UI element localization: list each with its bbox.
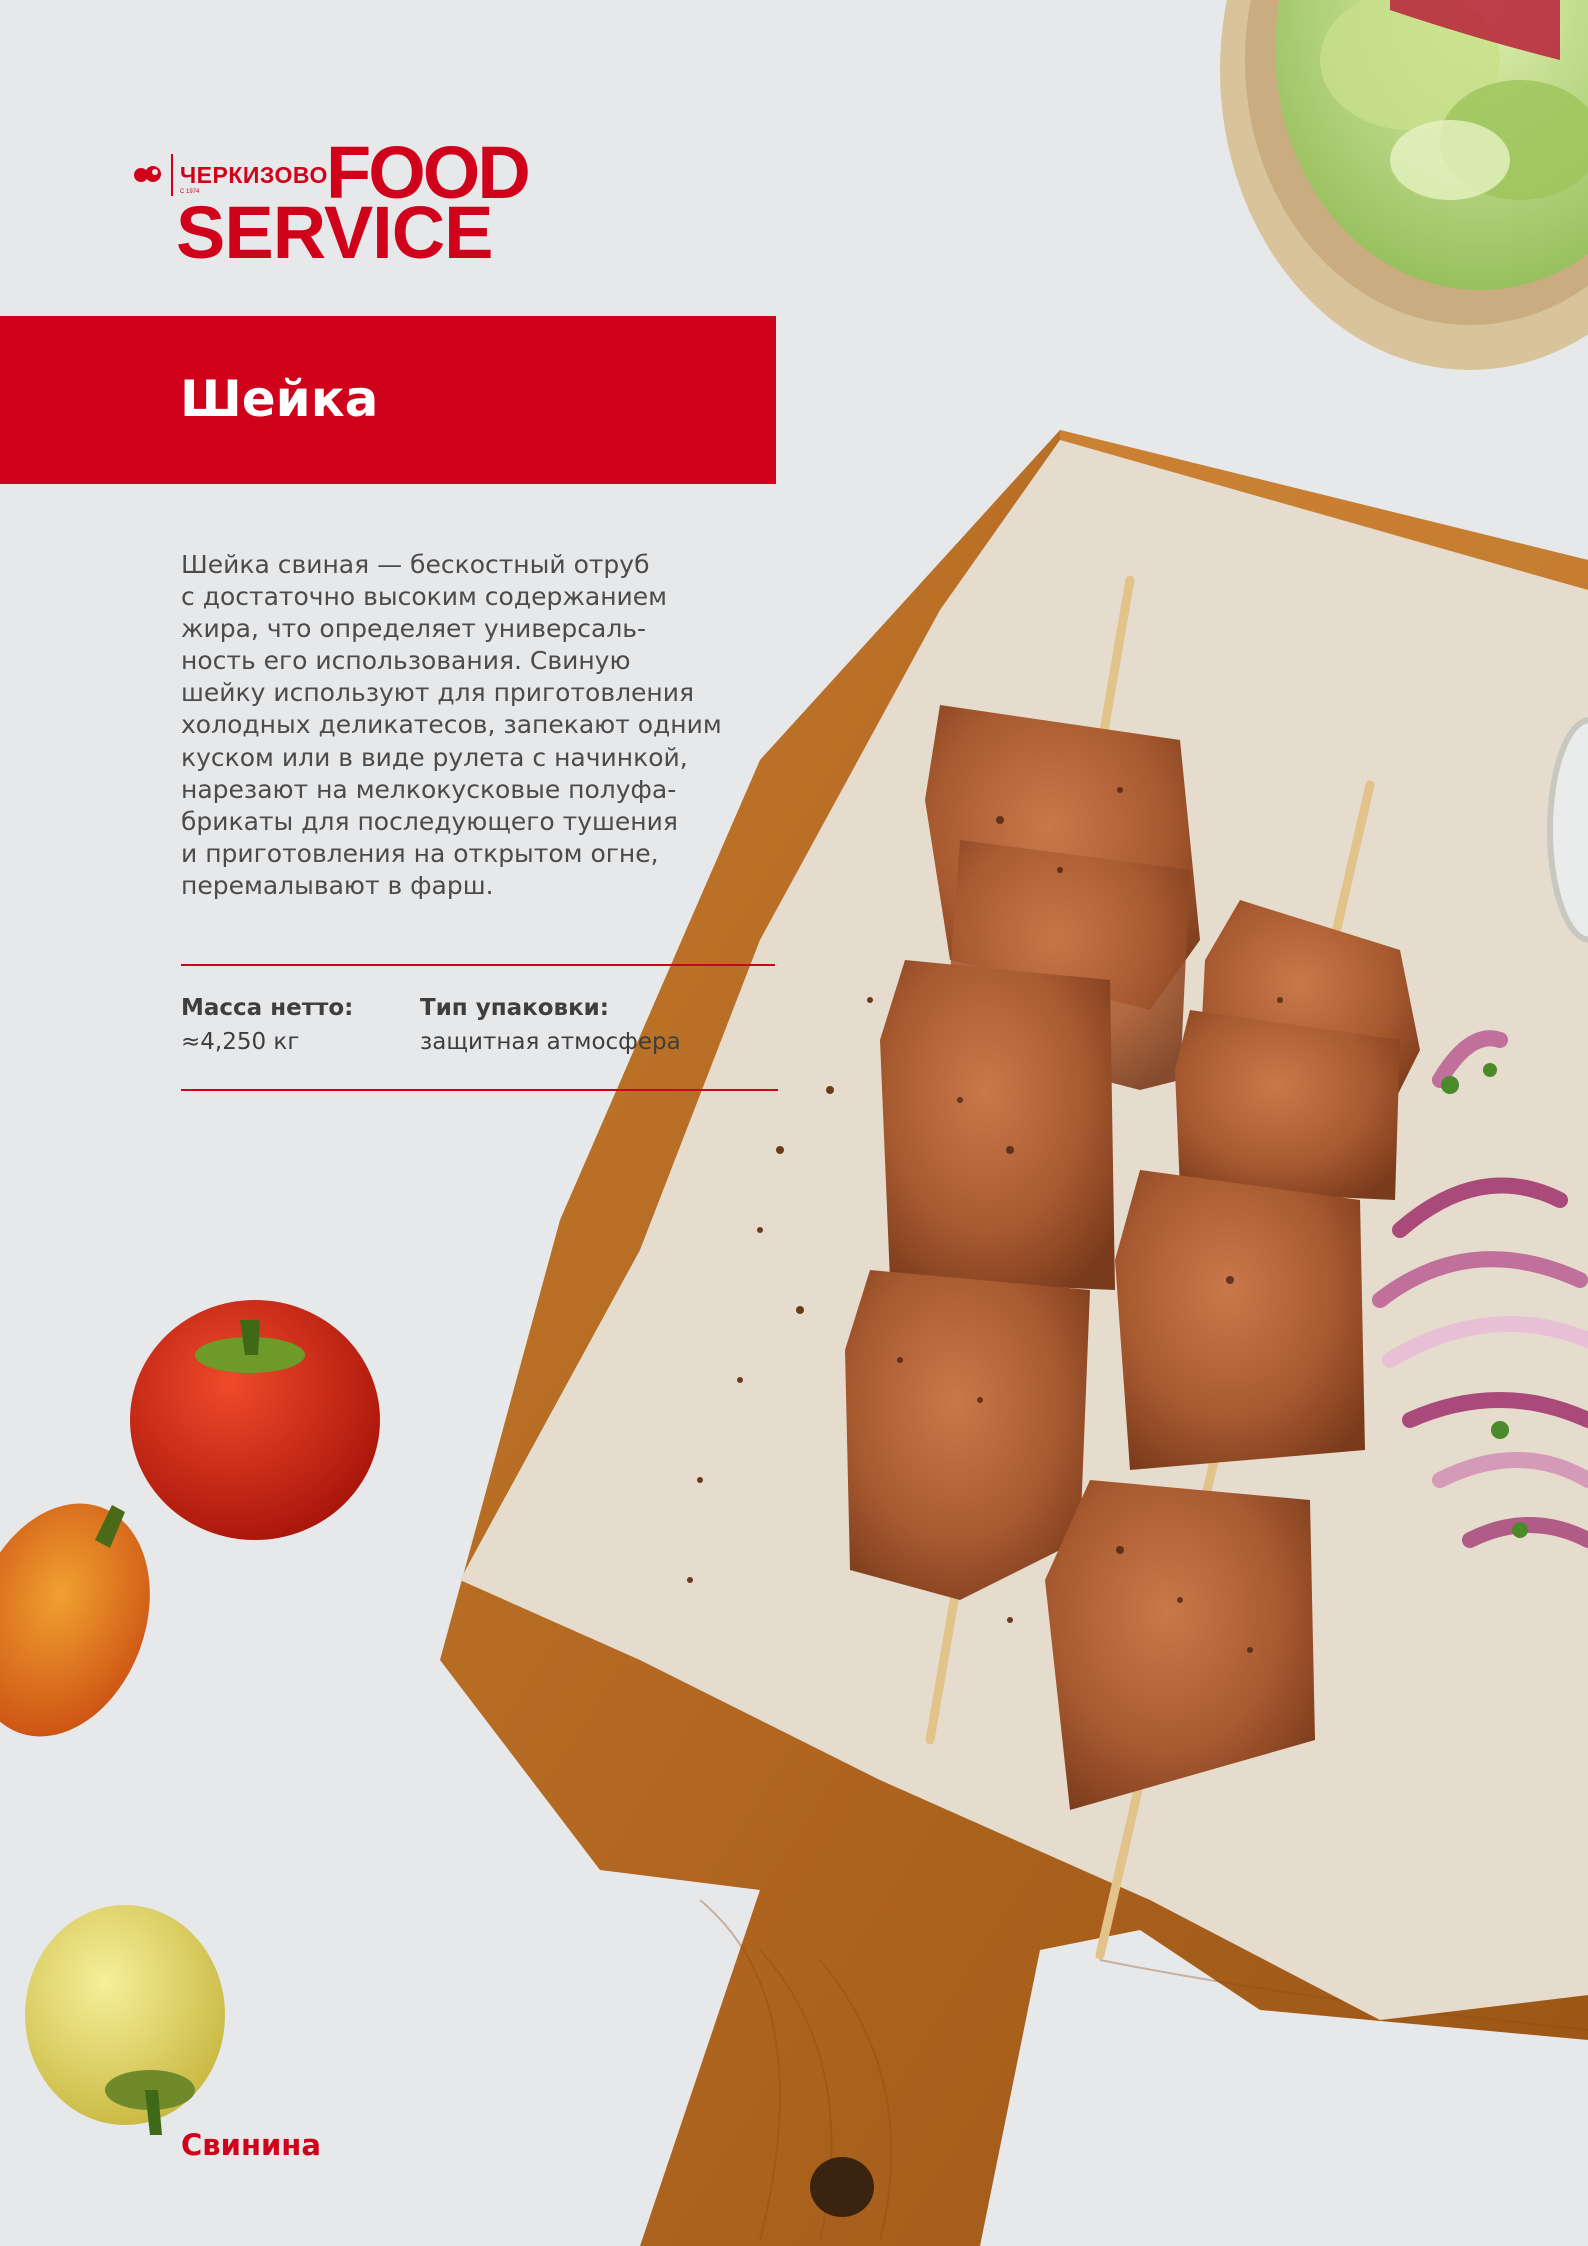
title-banner: Шейка: [0, 316, 776, 484]
yellow-pepper-illustration: [25, 1905, 225, 2135]
spec-net-weight-label: Масса нетто:: [181, 995, 354, 1021]
red-pepper-illustration: [130, 1300, 380, 1540]
spec-net-weight: Масса нетто: ≈4,250 кг: [181, 991, 353, 1059]
spec-divider-top: [181, 964, 775, 966]
category-label: Свинина: [181, 2128, 321, 2162]
cherkizovo-logo-icon: [134, 166, 161, 182]
spec-net-weight-value: ≈4,250 кг: [181, 1029, 300, 1055]
logo-divider: [171, 154, 173, 196]
spec-packaging-value: защитная атмосфера: [420, 1029, 681, 1055]
product-description: Шейка свиная — бескостный отруб с достат…: [181, 550, 722, 900]
spec-packaging: Тип упаковки: защитная атмосфера: [420, 991, 681, 1059]
logo-service-word: SERVICE: [176, 191, 494, 274]
brand-logo: ЧЕРКИЗОВО С 1974 FOOD SERVICE: [130, 136, 570, 274]
spec-divider-bottom: [181, 1089, 778, 1091]
product-title: Шейка: [180, 370, 379, 428]
spec-packaging-label: Тип упаковки:: [420, 995, 609, 1021]
logo-company-name: ЧЕРКИЗОВО: [180, 162, 328, 188]
salad-bowl-illustration: [1220, 0, 1588, 370]
orange-pepper-illustration: [0, 1503, 150, 1737]
